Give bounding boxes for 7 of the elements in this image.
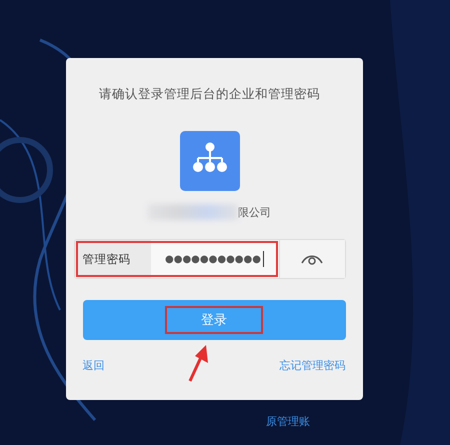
company-name: 限公司 xyxy=(238,204,271,220)
dialog-title: 请确认登录管理后台的企业和管理密码 xyxy=(99,86,320,103)
back-link[interactable]: 返回 xyxy=(82,358,104,373)
former-admin-link[interactable]: 原管理账 xyxy=(266,414,310,429)
forgot-password-link[interactable]: 忘记管理密码 xyxy=(280,358,346,373)
login-button[interactable]: 登录 xyxy=(82,300,346,340)
org-chart-icon xyxy=(180,131,240,191)
